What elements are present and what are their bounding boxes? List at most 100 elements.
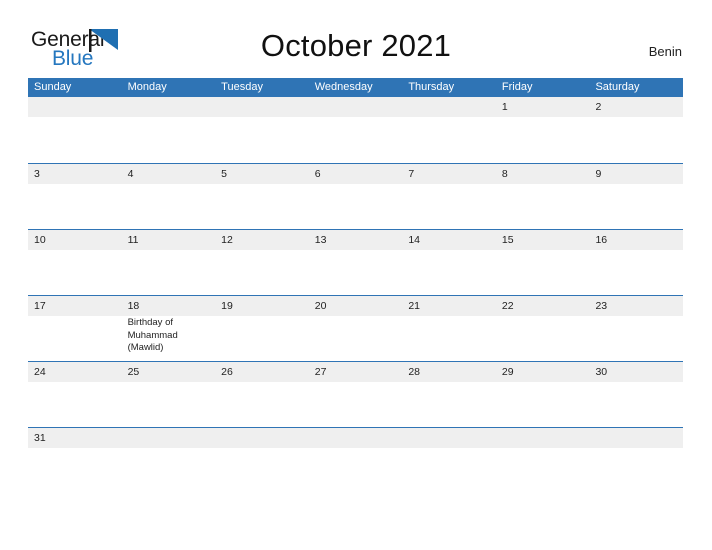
day-number: 24 bbox=[34, 366, 46, 378]
calendar-day-cell-empty bbox=[121, 97, 216, 163]
calendar-day-cell-empty bbox=[215, 428, 309, 448]
calendar-day-cell[interactable]: 25 bbox=[121, 362, 216, 427]
day-number: 15 bbox=[501, 234, 514, 246]
weekday-header-row: Sunday Monday Tuesday Wednesday Thursday… bbox=[28, 78, 683, 97]
calendar-day-cell[interactable]: 27 bbox=[308, 362, 403, 427]
calendar-day-cell[interactable]: 1 bbox=[495, 97, 590, 163]
week-cells: 24 25 26 27 28 29 30 bbox=[28, 362, 684, 427]
calendar-day-cell[interactable]: 4 bbox=[121, 164, 216, 229]
calendar-day-cell[interactable]: 24 bbox=[28, 362, 122, 427]
day-number-band bbox=[495, 428, 590, 448]
event-label: (Mawlid) bbox=[127, 342, 164, 353]
calendar-day-cell-empty bbox=[308, 97, 403, 163]
day-number: 20 bbox=[314, 300, 327, 312]
calendar-day-cell[interactable]: 7 bbox=[402, 164, 496, 229]
calendar-day-cell[interactable]: 14 bbox=[402, 230, 496, 295]
calendar-day-cell-empty bbox=[495, 428, 590, 448]
calendar-day-cell-empty bbox=[308, 428, 403, 448]
day-number-band bbox=[308, 97, 403, 117]
day-number: 21 bbox=[408, 300, 420, 312]
calendar-day-cell[interactable]: 31 bbox=[28, 428, 122, 448]
day-number: 5 bbox=[221, 168, 227, 180]
calendar-day-cell[interactable]: 2 bbox=[589, 97, 684, 163]
day-number-band bbox=[402, 97, 496, 117]
calendar-day-cell[interactable]: 6 bbox=[308, 164, 403, 229]
calendar-day-cell[interactable]: 3 bbox=[28, 164, 122, 229]
day-number: 6 bbox=[314, 168, 321, 180]
day-number: 12 bbox=[221, 234, 233, 246]
calendar-weeks: 1 2 3 4 5 6 7 8 9 10 11 12 13 14 15 16 17 18 Birthday of Mu… bbox=[28, 97, 684, 448]
day-number: 7 bbox=[408, 168, 415, 180]
day-number: 29 bbox=[501, 366, 514, 378]
locale-label: Benin bbox=[648, 44, 682, 59]
calendar-day-cell[interactable]: 19 bbox=[215, 296, 309, 361]
calendar-day-cell[interactable]: 30 bbox=[589, 362, 684, 427]
calendar-day-cell-empty bbox=[121, 428, 216, 448]
day-events: Birthday of Muhammad (Mawlid) bbox=[128, 317, 213, 355]
calendar-day-cell[interactable]: 26 bbox=[215, 362, 309, 427]
day-number: 26 bbox=[221, 366, 233, 378]
day-number-band bbox=[121, 164, 216, 184]
day-number: 9 bbox=[595, 168, 602, 180]
calendar-day-cell[interactable]: 5 bbox=[215, 164, 309, 229]
day-number: 10 bbox=[34, 234, 46, 246]
calendar-day-cell[interactable]: 16 bbox=[589, 230, 684, 295]
day-number: 11 bbox=[127, 234, 139, 246]
day-number-band bbox=[28, 97, 122, 117]
day-number: 31 bbox=[34, 432, 46, 444]
day-number: 18 bbox=[127, 300, 140, 312]
calendar-day-cell[interactable]: 15 bbox=[495, 230, 590, 295]
calendar-day-cell[interactable]: 11 bbox=[121, 230, 216, 295]
calendar-day-cell[interactable]: 20 bbox=[308, 296, 403, 361]
calendar-day-cell[interactable]: 21 bbox=[402, 296, 496, 361]
week-cells: 12 bbox=[28, 97, 684, 163]
weekday-header-wednesday: Wednesday bbox=[314, 81, 373, 93]
weekday-header-friday: Friday bbox=[501, 81, 533, 93]
calendar-week-row: 3 4 5 6 7 8 9 bbox=[28, 163, 684, 229]
calendar-day-cell-empty bbox=[402, 428, 496, 448]
calendar-week-row: 17 18 Birthday of Muhammad (Mawlid) 19 20 21 22 2… bbox=[28, 295, 684, 361]
calendar-day-cell[interactable]: 10 bbox=[28, 230, 122, 295]
calendar-day-cell[interactable]: 12 bbox=[215, 230, 309, 295]
calendar-day-cell[interactable]: 23 bbox=[589, 296, 684, 361]
day-number-band bbox=[402, 164, 496, 184]
calendar-week-row: 10 11 12 13 14 15 16 bbox=[28, 229, 684, 295]
weekday-header-thursday: Thursday bbox=[408, 81, 455, 93]
calendar-week-row: 31 bbox=[28, 427, 684, 448]
calendar-day-cell[interactable]: 13 bbox=[308, 230, 403, 295]
day-number: 1 bbox=[501, 101, 508, 113]
week-cells: 31 bbox=[28, 428, 684, 448]
calendar-day-cell[interactable]: 29 bbox=[495, 362, 590, 427]
day-number-band bbox=[215, 428, 309, 448]
day-number-band bbox=[28, 164, 122, 184]
calendar-day-cell[interactable]: 28 bbox=[402, 362, 496, 427]
calendar-day-cell[interactable]: 9 bbox=[589, 164, 684, 229]
day-number: 8 bbox=[501, 168, 508, 180]
calendar-day-cell-empty bbox=[589, 428, 684, 448]
weekday-header-tuesday: Tuesday bbox=[221, 81, 263, 93]
day-number-band bbox=[121, 97, 216, 117]
day-number: 28 bbox=[408, 366, 420, 378]
day-number: 22 bbox=[501, 300, 514, 312]
calendar-day-cell[interactable]: 8 bbox=[495, 164, 590, 229]
day-number: 27 bbox=[314, 366, 327, 378]
calendar-grid: Sunday Monday Tuesday Wednesday Thursday… bbox=[28, 78, 684, 448]
day-number-band bbox=[589, 97, 684, 117]
calendar-day-cell[interactable]: 17 bbox=[28, 296, 122, 361]
day-number: 2 bbox=[595, 101, 602, 113]
event-label: Birthday of bbox=[127, 317, 173, 328]
day-number: 30 bbox=[595, 366, 608, 378]
calendar-day-cell-empty bbox=[28, 97, 122, 163]
weekday-header-saturday: Saturday bbox=[595, 81, 640, 93]
day-number: 14 bbox=[408, 234, 420, 246]
calendar-day-cell-empty bbox=[402, 97, 496, 163]
day-number: 19 bbox=[221, 300, 233, 312]
day-number: 4 bbox=[127, 168, 134, 180]
calendar-day-cell[interactable]: 22 bbox=[495, 296, 590, 361]
week-cells: 3 4 5 6 7 8 9 bbox=[28, 164, 684, 229]
weekday-header-monday: Monday bbox=[127, 81, 167, 93]
day-number-band bbox=[402, 428, 496, 448]
day-number: 16 bbox=[595, 234, 608, 246]
day-number: 25 bbox=[127, 366, 140, 378]
calendar-day-cell[interactable]: 18 Birthday of Muhammad (Mawlid) bbox=[121, 296, 216, 361]
